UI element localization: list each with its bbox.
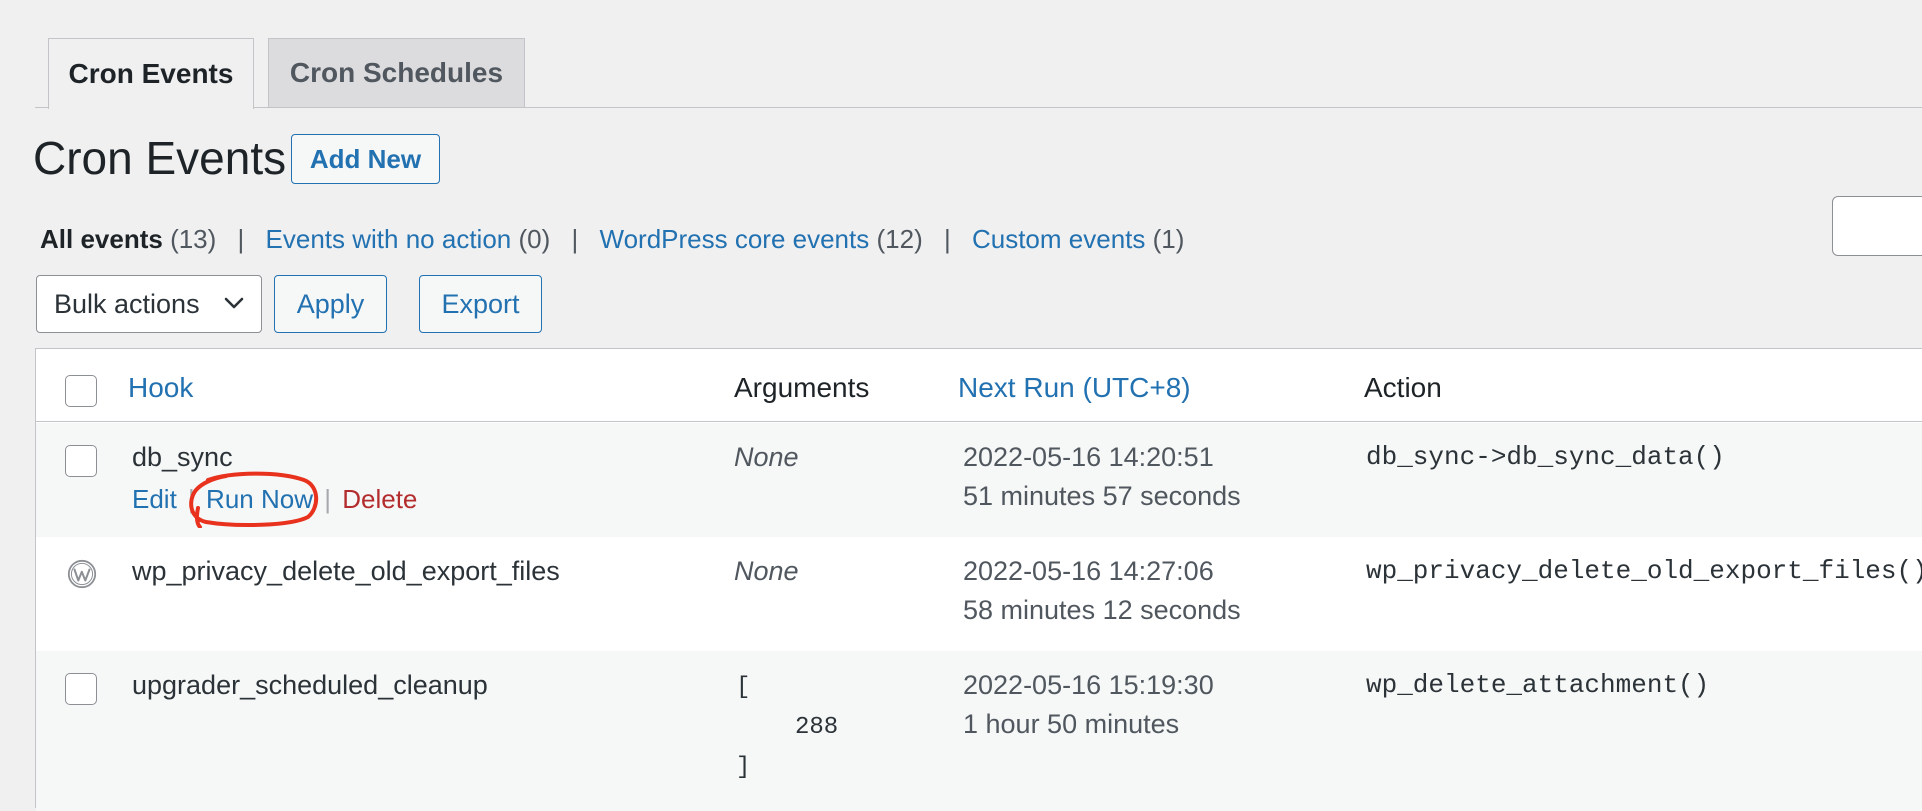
annotation-circle [189,471,319,528]
arguments-close-bracket: ] [736,754,751,781]
action-callback: wp_privacy_delete_old_export_files() [1366,556,1922,586]
view-core-events[interactable]: WordPress core events [600,224,870,254]
view-separator: | [237,224,245,254]
action-callback: wp_delete_attachment() [1366,670,1710,700]
arguments-open-bracket: [ [736,674,751,701]
column-arguments: Arguments [734,372,870,403]
edit-link[interactable]: Edit [132,484,177,514]
apply-button[interactable]: Apply [274,275,387,333]
table-row: upgrader_scheduled_cleanup [ 288 ] 2022-… [36,651,1922,811]
row-checkbox[interactable] [65,673,97,705]
next-run-date: 2022-05-16 14:27:06 [963,556,1214,586]
view-separator: | [571,224,579,254]
tabs-divider [35,107,1922,108]
arguments-value: None [734,442,799,472]
next-run-relative: 51 minutes 57 seconds [963,481,1241,511]
view-no-action[interactable]: Events with no action [266,224,512,254]
view-count: (12) [876,224,923,254]
column-action: Action [1364,372,1442,403]
tab-cron-schedules[interactable]: Cron Schedules [268,38,525,107]
view-count: (13) [170,224,217,254]
page-title: Cron Events [33,132,287,184]
view-count: (0) [518,224,551,254]
table-row: wp_privacy_delete_old_export_files None … [36,537,1922,651]
views-filter: All events (13) | Events with no action … [40,222,1184,256]
arguments-value: None [734,556,799,586]
hook-name: db_sync [132,442,233,472]
next-run-relative: 58 minutes 12 seconds [963,595,1241,625]
view-custom-events[interactable]: Custom events [972,224,1145,254]
column-hook[interactable]: Hook [128,371,193,405]
export-button[interactable]: Export [419,275,542,333]
action-callback: db_sync->db_sync_data() [1366,442,1725,472]
column-next-run[interactable]: Next Run (UTC+8) [958,371,1191,405]
next-run-relative: 1 hour 50 minutes [963,709,1180,739]
arguments-value: 288 [795,714,839,741]
view-count: (1) [1152,224,1185,254]
bulk-actions-select[interactable]: Bulk actions [36,275,262,333]
hook-name: wp_privacy_delete_old_export_files [132,556,560,586]
cron-events-table: Hook Arguments Next Run (UTC+8) Action d… [35,348,1922,811]
select-all-checkbox[interactable] [65,375,97,407]
next-run-date: 2022-05-16 14:20:51 [963,442,1214,472]
delete-link[interactable]: Delete [342,484,417,514]
hook-name: upgrader_scheduled_cleanup [132,670,488,700]
view-separator: | [943,224,951,254]
row-action-separator: | [324,484,331,514]
row-checkbox[interactable] [65,445,97,477]
tab-cron-events[interactable]: Cron Events [48,38,254,109]
view-all-events[interactable]: All events [40,224,163,254]
search-input[interactable] [1832,196,1922,256]
next-run-date: 2022-05-16 15:19:30 [963,670,1214,700]
add-new-button[interactable]: Add New [291,134,440,184]
table-header: Hook Arguments Next Run (UTC+8) Action [36,349,1922,422]
bulk-actions-label: Bulk actions [54,288,200,319]
chevron-down-icon [224,297,244,309]
wordpress-icon [67,559,97,589]
